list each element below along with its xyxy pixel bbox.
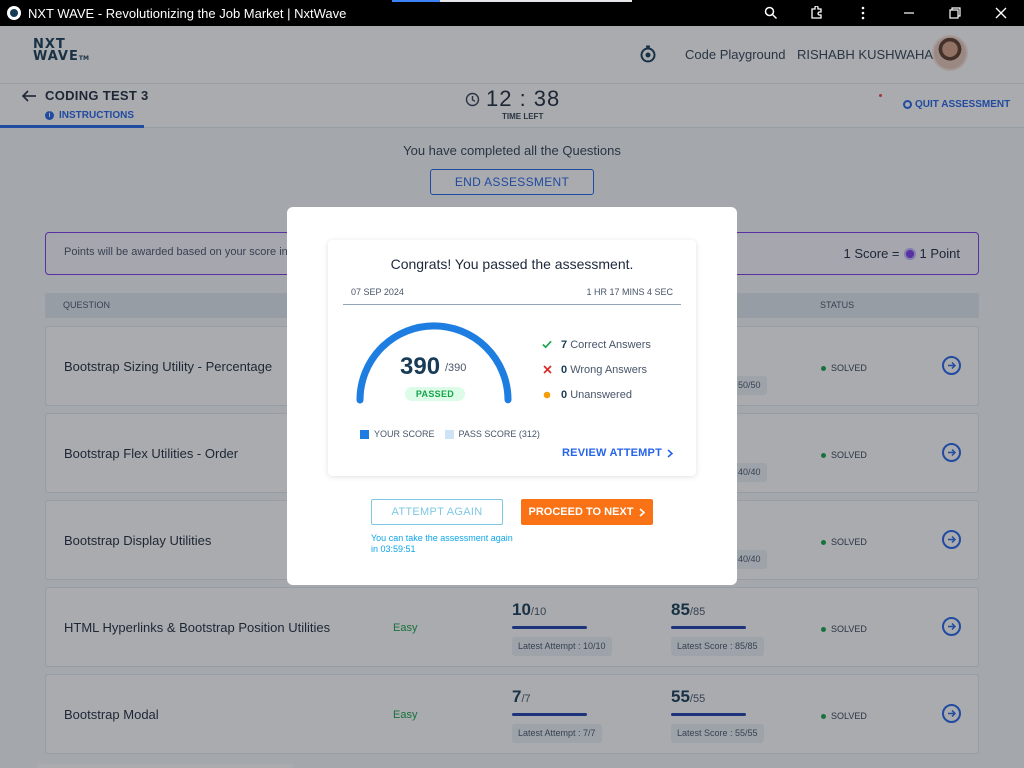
score-value: 390	[400, 353, 441, 380]
retake-countdown-note: You can take the assessment again in 03:…	[371, 533, 513, 554]
pass-score-swatch	[444, 429, 454, 439]
answer-stats: 7 Correct Answers 0 Wrong Answers 0 Unan…	[542, 332, 651, 407]
minimize-icon[interactable]	[886, 0, 932, 26]
divider	[343, 304, 681, 305]
legend-your-score: YOUR SCORE	[360, 429, 435, 439]
dot-icon	[542, 391, 552, 399]
cross-icon	[542, 365, 552, 374]
chevron-right-icon	[667, 448, 673, 458]
proceed-to-next-button[interactable]: PROCEED TO NEXT	[521, 499, 653, 525]
more-options-icon[interactable]	[840, 0, 886, 26]
window-title: NXT WAVE - Revolutionizing the Job Marke…	[28, 5, 347, 21]
close-window-icon[interactable]	[978, 0, 1024, 26]
legend-pass-score: PASS SCORE (312)	[444, 429, 540, 439]
browser-title-bar: NXT WAVE - Revolutionizing the Job Marke…	[0, 0, 1024, 26]
your-score-swatch	[360, 429, 369, 439]
correct-count: 7	[561, 338, 568, 351]
check-icon	[542, 340, 552, 349]
assessment-duration: 1 HR 17 MINS 4 SEC	[586, 287, 673, 297]
site-favicon-icon	[7, 6, 21, 20]
proceed-label: PROCEED TO NEXT	[528, 506, 634, 518]
result-modal: Congrats! You passed the assessment. 07 …	[287, 207, 737, 585]
unanswered-label: Unanswered	[570, 388, 632, 401]
passed-badge: PASSED	[405, 387, 465, 401]
wrong-count: 0	[561, 363, 568, 376]
review-attempt-link[interactable]: REVIEW ATTEMPT	[562, 447, 673, 459]
score-max: /390	[445, 362, 467, 374]
stat-wrong: 0 Wrong Answers	[542, 357, 651, 382]
chevron-right-icon	[639, 507, 646, 517]
congrats-message: Congrats! You passed the assessment.	[390, 256, 634, 272]
stat-correct: 7 Correct Answers	[542, 332, 651, 357]
unanswered-count: 0	[561, 388, 568, 401]
wrong-label: Wrong Answers	[570, 363, 648, 376]
page-load-progress	[392, 0, 632, 2]
assessment-date: 07 SEP 2024	[351, 287, 404, 297]
extensions-icon[interactable]	[794, 0, 840, 26]
zoom-search-icon[interactable]	[748, 0, 794, 26]
correct-label: Correct Answers	[570, 338, 651, 351]
restore-icon[interactable]	[932, 0, 978, 26]
stat-unanswered: 0 Unanswered	[542, 382, 651, 407]
attempt-again-button[interactable]: ATTEMPT AGAIN	[371, 499, 503, 525]
review-label: REVIEW ATTEMPT	[562, 447, 662, 459]
gauge-legend: YOUR SCORE PASS SCORE (312)	[360, 429, 540, 439]
result-card: Congrats! You passed the assessment. 07 …	[328, 240, 696, 476]
